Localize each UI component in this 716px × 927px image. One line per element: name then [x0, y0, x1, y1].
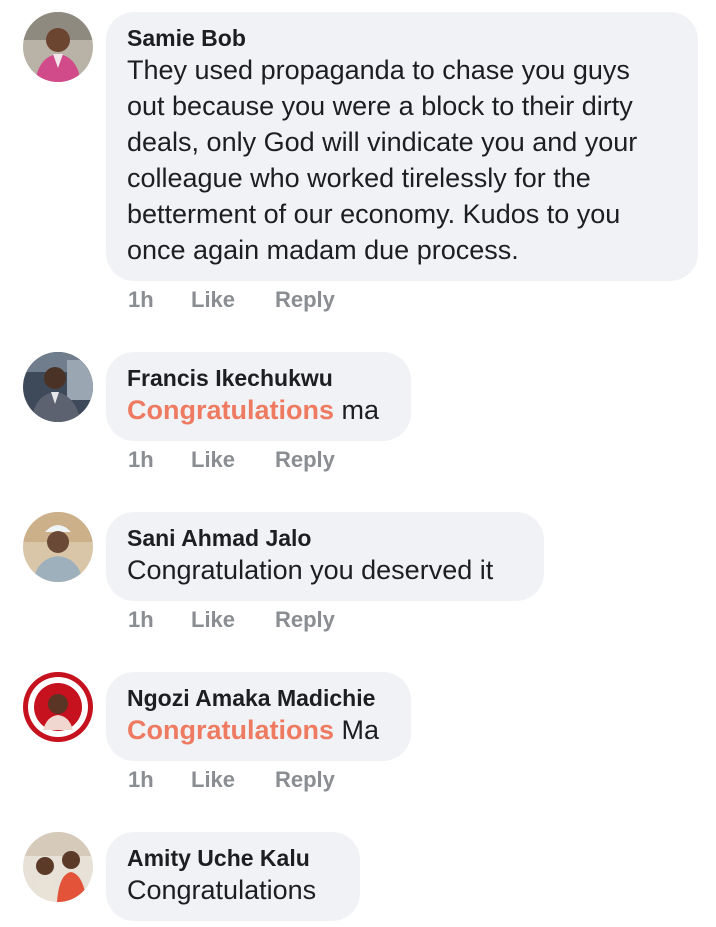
comment-text-line: deals, only God will vindicate you and y… — [127, 127, 638, 157]
comment-author[interactable]: Ngozi Amaka Madichie — [127, 684, 391, 712]
comment-author[interactable]: Amity Uche Kalu — [127, 844, 340, 872]
comment-timestamp[interactable]: 1h — [128, 285, 154, 315]
comment-bubble: Francis Ikechukwu Congratulations ma — [106, 352, 411, 441]
comment-author[interactable]: Francis Ikechukwu — [127, 364, 391, 392]
comment-bubble: Amity Uche Kalu Congratulations — [106, 832, 360, 921]
avatar[interactable] — [23, 352, 93, 422]
comment-bubble: Ngozi Amaka Madichie Congratulations Ma — [106, 672, 411, 761]
comment-text: Congratulation you deserved it — [127, 555, 494, 585]
reply-button[interactable]: Reply — [275, 605, 335, 635]
like-button[interactable]: Like — [191, 605, 235, 635]
highlighted-word: Congratulations — [127, 395, 334, 425]
comment-text-line: colleague who worked tirelessly for the — [127, 163, 591, 193]
like-button[interactable]: Like — [191, 285, 235, 315]
comment-text: Congratulations ma — [127, 392, 391, 428]
like-button[interactable]: Like — [191, 445, 235, 475]
comment-timestamp[interactable]: 1h — [128, 445, 154, 475]
comment-text-line: They used propaganda to chase you guys — [127, 55, 630, 85]
comment-text: They used propaganda to chase you guys o… — [127, 52, 678, 268]
reply-button[interactable]: Reply — [275, 765, 335, 795]
avatar[interactable] — [23, 832, 93, 902]
comment-bubble: Sani Ahmad Jalo Congratulation you deser… — [106, 512, 544, 601]
comment-text-line: out because you were a block to their di… — [127, 91, 633, 121]
comment-timestamp[interactable]: 1h — [128, 605, 154, 635]
comment-author[interactable]: Sani Ahmad Jalo — [127, 524, 524, 552]
avatar[interactable] — [23, 512, 93, 582]
comment-bubble: Samie Bob They used propaganda to chase … — [106, 12, 698, 281]
comment-text-rest: Ma — [334, 715, 380, 745]
comment-text: Congratulations Ma — [127, 712, 391, 748]
like-button[interactable]: Like — [191, 765, 235, 795]
comment-author[interactable]: Samie Bob — [127, 24, 678, 52]
reply-button[interactable]: Reply — [275, 445, 335, 475]
comment-timestamp[interactable]: 1h — [128, 765, 154, 795]
comment-text: Congratulations — [127, 875, 317, 905]
avatar[interactable] — [23, 672, 93, 742]
comment-text-rest: ma — [334, 395, 380, 425]
highlighted-word: Congratulations — [127, 715, 334, 745]
reply-button[interactable]: Reply — [275, 285, 335, 315]
avatar[interactable] — [23, 12, 93, 82]
comment-text-line: betterment of our economy. Kudos to you — [127, 199, 621, 229]
comment-text-line: once again madam due process. — [127, 235, 519, 265]
